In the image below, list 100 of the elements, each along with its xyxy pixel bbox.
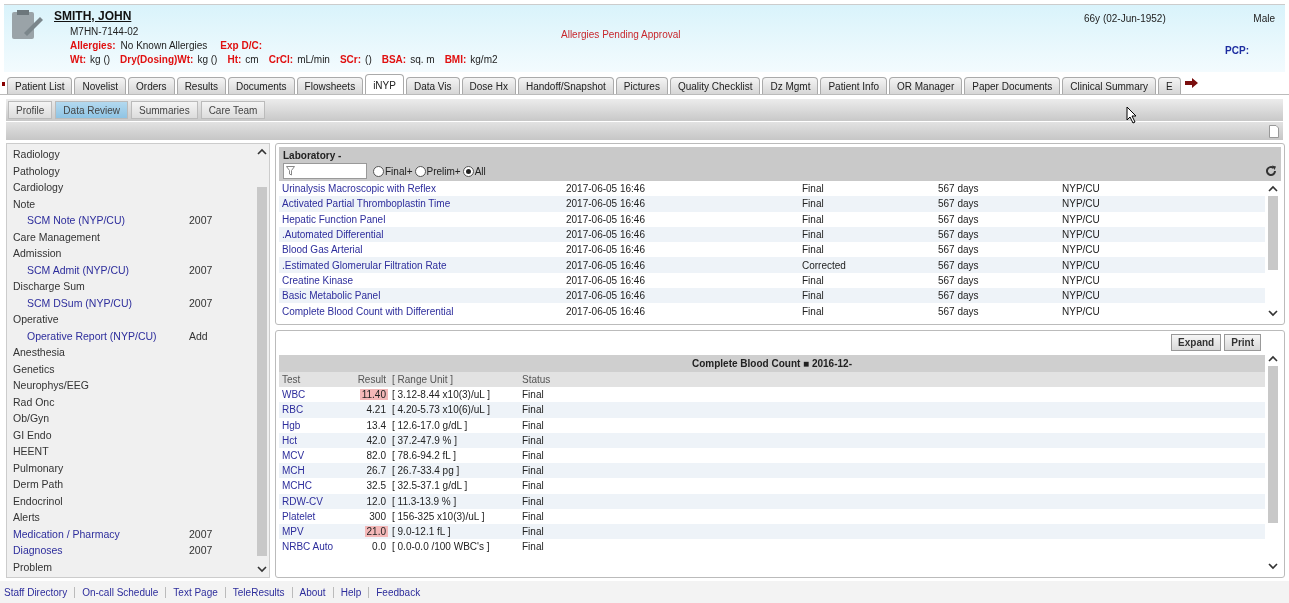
tab[interactable]: E (1158, 77, 1181, 94)
tab[interactable]: OR Manager (889, 77, 963, 94)
scrollbar-thumb[interactable] (1268, 366, 1278, 523)
tab[interactable]: Quality Checklist (669, 77, 761, 94)
test-link[interactable]: Hct (282, 434, 342, 446)
test-link[interactable]: NRBC Auto (282, 541, 342, 553)
scroll-down-icon[interactable] (1268, 563, 1278, 570)
tab[interactable]: Documents (228, 77, 295, 94)
sidebar-category[interactable]: Anesthesia (13, 346, 189, 359)
subtab[interactable]: Care Team (200, 101, 266, 119)
test-link[interactable]: MCV (282, 450, 342, 462)
tab[interactable]: Results (176, 77, 226, 94)
test-link[interactable]: Platelet (282, 510, 342, 522)
lab-test-link[interactable]: .Estimated Glomerular Filtration Rate (282, 259, 566, 271)
tab[interactable]: Dz Mgmt (762, 77, 819, 94)
tab[interactable]: Dose Hx (461, 77, 516, 94)
document-icon[interactable] (1269, 124, 1279, 138)
footer-link[interactable]: On-call Schedule (75, 586, 167, 598)
subtab[interactable]: Profile (8, 101, 53, 119)
scroll-up-icon[interactable] (1268, 185, 1278, 192)
sidebar-category[interactable]: Pathology (13, 164, 189, 177)
tab[interactable]: Data Vis (405, 77, 460, 94)
table-cell-text: 567 days (938, 290, 980, 302)
tab[interactable]: Clinical Summary (1062, 77, 1157, 94)
sidebar-category[interactable]: Endocrinol (13, 494, 189, 507)
test-link[interactable]: WBC (282, 389, 342, 401)
footer-link[interactable]: Feedback (369, 586, 428, 598)
test-link[interactable]: RDW-CV (282, 495, 342, 507)
lab-test-link[interactable]: Complete Blood Count with Differential (282, 305, 566, 317)
sidebar-category[interactable]: Rad Onc (13, 395, 189, 408)
sidebar-category[interactable]: Ob/Gyn (13, 412, 189, 425)
sidebar-category[interactable]: Genetics (13, 362, 189, 375)
sidebar-link[interactable]: Medication / Pharmacy (13, 527, 189, 540)
tab[interactable]: Patient List (7, 77, 73, 94)
filter-radio[interactable]: Prelim+ (414, 165, 461, 177)
right-arrow-icon[interactable] (1184, 78, 1198, 88)
toolbar-button[interactable]: Expand (1171, 334, 1222, 351)
tab[interactable]: iNYP (365, 74, 404, 94)
sidebar-category[interactable]: HEENT (13, 445, 189, 458)
subtab[interactable]: Summaries (131, 101, 198, 119)
scroll-up-icon[interactable] (257, 148, 267, 155)
filter-field[interactable] (283, 163, 367, 179)
scroll-up-icon[interactable] (1268, 355, 1278, 362)
lab-test-link[interactable]: Creatine Kinase (282, 274, 566, 286)
test-link[interactable]: MCHC (282, 480, 342, 492)
filter-radio[interactable]: Final+ (373, 165, 413, 177)
radio-button[interactable] (373, 165, 384, 177)
test-link[interactable]: MPV (282, 525, 342, 537)
lab-test-link[interactable]: Activated Partial Thromboplastin Time (282, 198, 566, 210)
sidebar-link[interactable]: SCM Admit (NYP/CU) (13, 263, 189, 276)
sidebar-category[interactable]: GI Endo (13, 428, 189, 441)
footer-link[interactable]: Help (333, 586, 370, 598)
tab[interactable]: Flowsheets (296, 77, 364, 94)
sidebar-category[interactable]: Alerts (13, 511, 189, 524)
table-cell-text: NYP/CU (1062, 229, 1101, 241)
status-cell-text: Final (522, 434, 545, 446)
sidebar-link[interactable]: SCM Note (NYP/CU) (13, 214, 189, 227)
sidebar-category[interactable]: Care Management (13, 230, 189, 243)
scrollbar-thumb[interactable] (257, 187, 267, 556)
scrollbar-thumb[interactable] (1268, 196, 1278, 270)
lab-test-link[interactable]: .Automated Differential (282, 229, 566, 241)
toolbar-button[interactable]: Print (1224, 334, 1261, 351)
lab-test-link[interactable]: Blood Gas Arterial (282, 244, 566, 256)
footer-link[interactable]: Staff Directory (0, 586, 76, 598)
footer-link[interactable]: TeleResults (225, 586, 293, 598)
radio-button[interactable] (462, 165, 474, 177)
lab-test-link[interactable]: Basic Metabolic Panel (282, 290, 566, 302)
radio-button[interactable] (414, 165, 426, 177)
filter-radio[interactable]: All (462, 165, 486, 177)
sidebar-category[interactable]: Note (13, 197, 189, 210)
sidebar-link[interactable]: Operative Report (NYP/CU) (13, 329, 189, 342)
sidebar-category[interactable]: Problem (13, 560, 189, 573)
scroll-down-icon[interactable] (257, 566, 267, 573)
refresh-icon[interactable] (1265, 165, 1277, 177)
sidebar-link[interactable]: SCM DSum (NYP/CU) (13, 296, 189, 309)
footer-link[interactable]: About (292, 586, 334, 598)
sidebar-link[interactable]: Diagnoses (13, 544, 189, 557)
sidebar-category[interactable]: Neurophys/EEG (13, 379, 189, 392)
sidebar-category[interactable]: Operative (13, 313, 189, 326)
patient-name[interactable]: SMITH, JOHN (54, 9, 498, 23)
sidebar-category[interactable]: Pulmonary (13, 461, 189, 474)
lab-test-link[interactable]: Hepatic Function Panel (282, 213, 566, 225)
lab-test-link[interactable]: Urinalysis Macroscopic with Reflex (282, 183, 566, 195)
tab[interactable]: Orders (128, 77, 175, 94)
tab[interactable]: Novelist (74, 77, 127, 94)
sidebar-category[interactable]: Cardiology (13, 181, 189, 194)
sidebar-category[interactable]: Discharge Sum (13, 280, 189, 293)
sidebar-category[interactable]: Admission (13, 247, 189, 260)
sidebar-category[interactable]: Radiology (13, 148, 189, 161)
footer-link[interactable]: Text Page (166, 586, 226, 598)
test-link[interactable]: RBC (282, 404, 342, 416)
tab[interactable]: Handoff/Snapshot (517, 77, 614, 94)
tab[interactable]: Pictures (615, 77, 668, 94)
tab[interactable]: Patient Info (820, 77, 887, 94)
tab[interactable]: Paper Documents (964, 77, 1061, 94)
scroll-down-icon[interactable] (1268, 310, 1278, 317)
test-link[interactable]: Hgb (282, 419, 342, 431)
sidebar-category[interactable]: Derm Path (13, 478, 189, 491)
subtab[interactable]: Data Review (55, 101, 129, 119)
test-link[interactable]: MCH (282, 465, 342, 477)
